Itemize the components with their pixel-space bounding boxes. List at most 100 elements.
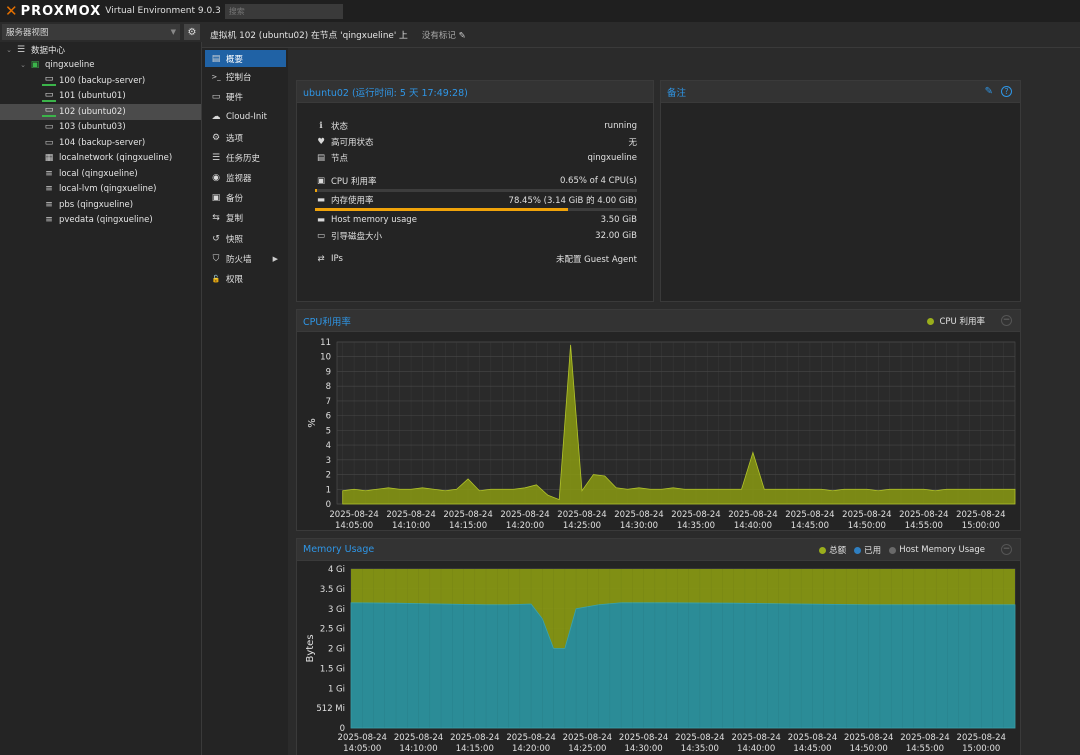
boot-disk-label: 引导磁盘大小 [331,232,383,242]
x-tick-date: 2025-08-24 [500,510,549,520]
cpu-chip-icon: ▣ [316,176,326,186]
collapse-icon[interactable]: − [1001,544,1012,555]
x-tick-date: 2025-08-24 [557,510,606,520]
menu-item-label: 控制台 [226,73,252,84]
x-tick-time: 14:50:00 [848,521,886,531]
y-axis-label: Bytes [305,634,316,662]
ips-label: IPs [331,254,343,264]
top-bar: ✕ PROXMOX Virtual Environment 9.0.3 [0,0,1080,22]
memory-usage-fill [315,208,568,211]
expand-toggle-icon[interactable]: ⌄ [18,61,28,69]
menu-item[interactable]: ⚙ 选项 [202,128,288,148]
memory-chart-legend[interactable]: 总额 已用 Host Memory Usage [814,542,990,558]
menu-item[interactable]: ⇆ 复制 [202,208,288,228]
info-icon: ℹ [319,121,323,131]
pencil-icon[interactable]: ✎ [459,31,466,41]
cpu-chart-legend[interactable]: CPU 利用率 [921,313,990,329]
tree-node[interactable]: ≡ pvedata (qingxueline) [0,213,201,229]
menu-item[interactable]: ☰ 任务历史 [202,148,288,168]
y-tick-label: 10 [320,353,331,363]
menu-item[interactable]: ☁ Cloud-Init [202,107,288,127]
storage-icon: ≡ [45,184,53,195]
vm-running-icon: ▭ [42,75,56,87]
x-tick-time: 14:30:00 [625,744,663,754]
x-tick-time: 14:25:00 [568,744,606,754]
tree-node[interactable]: ▭ 101 (ubuntu01) [0,89,201,105]
tree-node[interactable]: ▭ 103 (ubuntu03) [0,120,201,136]
legend-item[interactable]: 总额 [819,544,846,556]
vm-side-menu: ▤ 概要 >_ 控制台 ▭ 硬件 ☁ Cloud-Init ⚙ 选项 ☰ 任务历史 ◉ 监视器 ▣ 备份 ⇆ 复制… [202,48,288,755]
menu-item[interactable]: ▭ 硬件 [202,87,288,107]
tree-node-label: 104 (backup-server) [59,137,146,148]
tree-node[interactable]: ▭ 102 (ubuntu02) [0,104,201,120]
legend-label: 已用 [864,546,882,556]
tree-view-header: 服务器视图 ▼ ⚙ [0,22,202,42]
tags-area[interactable]: 没有标记 ✎ [422,29,466,41]
menu-item[interactable]: 🔓 权限 [202,269,288,289]
legend-item[interactable]: Host Memory Usage [889,545,985,555]
storage-icon: ≡ [45,168,53,179]
cpu-value: 0.65% of 4 CPU(s) [559,176,637,186]
menu-item[interactable]: ▤ 概要 [205,50,286,67]
menu-item[interactable]: ◉ 监视器 [202,168,288,188]
x-tick-time: 15:00:00 [962,744,1000,754]
tree-node[interactable]: ▭ 104 (backup-server) [0,135,201,151]
search-input[interactable] [224,3,343,19]
cpu-chart-panel: CPU利用率 CPU 利用率 − 0 1 2 3 4 5 6 7 8 9 10 11 2025-08-2… [296,309,1021,531]
expand-toggle-icon[interactable]: ⌄ [4,46,14,54]
y-tick-label: 512 Mi [316,704,345,714]
help-icon[interactable]: ? [1001,86,1012,97]
legend-item[interactable]: 已用 [854,544,881,556]
y-tick-label: 3.5 Gi [320,585,345,595]
tree-node[interactable]: ⌄ ▣ qingxueline [0,58,201,74]
tree-node-label: qingxueline [45,60,95,71]
x-tick-date: 2025-08-24 [386,510,435,520]
options-gear-icon: ⚙ [211,132,221,143]
hardware-icon: ▭ [211,92,221,103]
tree-node[interactable]: ≡ local-lvm (qingxueline) [0,182,201,198]
menu-item-label: 硬件 [226,93,244,104]
menu-item[interactable]: ⛉ 防火墙 ▶ [202,249,288,269]
tree-node[interactable]: ⌄ ☰ 数据中心 [0,42,201,58]
heartbeat-icon: ♥ [317,137,325,147]
firewall-shield-icon: ⛉ [212,253,220,264]
building-icon: ▤ [316,153,326,163]
collapse-icon[interactable]: − [1001,315,1012,326]
tree-node[interactable]: ≡ local (qingxueline) [0,166,201,182]
memory-value: 78.45% (3.14 GiB 的 4.00 GiB) [508,196,637,206]
legend-label: Host Memory Usage [899,545,985,555]
y-tick-label: 2.5 Gi [320,625,345,635]
tree-node[interactable]: ≡ pbs (qingxueline) [0,197,201,213]
y-tick-label: 4 Gi [328,565,345,575]
x-tick-time: 14:05:00 [343,744,381,754]
x-tick-time: 14:35:00 [681,744,719,754]
menu-item[interactable]: >_ 控制台 [202,67,288,87]
summary-icon: ▤ [211,53,221,64]
tree-node[interactable]: ▭ 100 (backup-server) [0,73,201,89]
y-axis-label: % [307,418,318,428]
memory-usage-bar [315,208,637,211]
y-tick-label: 5 [326,426,331,436]
x-tick-time: 15:00:00 [962,521,1000,531]
menu-item[interactable]: ▣ 备份 [202,188,288,208]
menu-item[interactable]: ↺ 快照 [202,229,288,249]
storage-icon: ≡ [45,215,53,226]
x-tick-date: 2025-08-24 [450,733,499,743]
edit-icon[interactable]: ✎ [985,86,993,97]
status-label: 状态 [331,122,349,132]
menu-item-label: 权限 [226,274,244,285]
storage-icon: ≡ [45,199,53,210]
gear-button[interactable]: ⚙ [184,24,200,40]
menu-item-label: Cloud-Init [226,112,267,123]
y-tick-label: 1 Gi [328,684,345,694]
memory-icon: ▬ [316,195,326,205]
y-tick-label: 3 [326,456,331,466]
memory-icon: ▬ [316,215,326,225]
proxmox-logo[interactable]: ✕ PROXMOX [5,2,101,20]
view-select[interactable]: 服务器视图 ▼ [2,24,180,40]
x-tick-time: 14:15:00 [449,521,487,531]
brand-name: PROXMOX [20,3,102,19]
tree-node-label: 102 (ubuntu02) [59,106,126,117]
tree-node[interactable]: ▦ localnetwork (qingxueline) [0,151,201,167]
submenu-arrow-icon: ▶ [272,254,278,263]
